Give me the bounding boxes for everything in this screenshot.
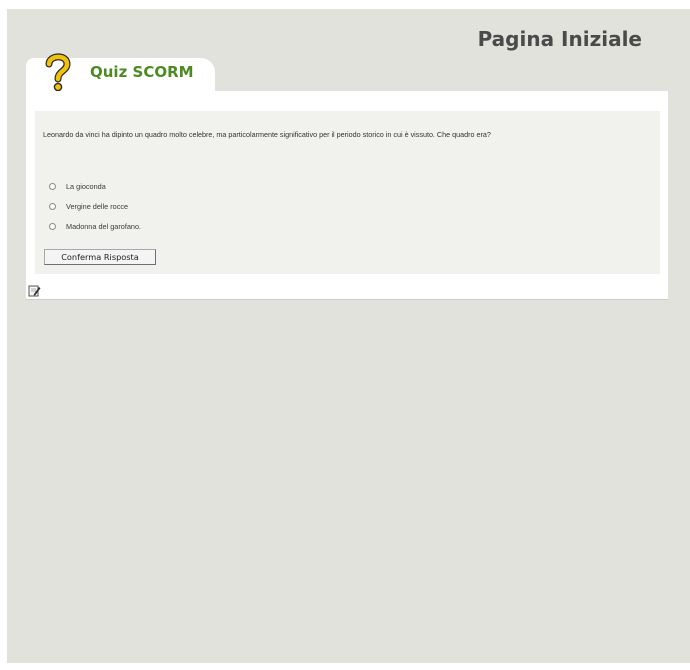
option-label: Vergine delle rocce (66, 202, 129, 211)
question-text: Leonardo da vinci ha dipinto un quadro m… (43, 130, 491, 139)
page-title: Pagina Iniziale (477, 27, 642, 51)
radio-button[interactable] (49, 203, 56, 210)
edit-icon[interactable] (28, 284, 41, 297)
answer-option-3[interactable]: Madonna del garofano. (49, 222, 141, 231)
confirm-answer-button[interactable]: Conferma Risposta (44, 249, 156, 265)
answer-option-1[interactable]: La gioconda (49, 182, 106, 191)
tab-label: Quiz SCORM (90, 63, 194, 81)
answer-option-2[interactable]: Vergine delle rocce (49, 202, 128, 211)
option-label: Madonna del garofano. (66, 222, 142, 231)
question-mark-icon (45, 53, 71, 92)
option-label: La gioconda (66, 182, 106, 191)
radio-button[interactable] (49, 183, 56, 190)
radio-button[interactable] (49, 223, 56, 230)
